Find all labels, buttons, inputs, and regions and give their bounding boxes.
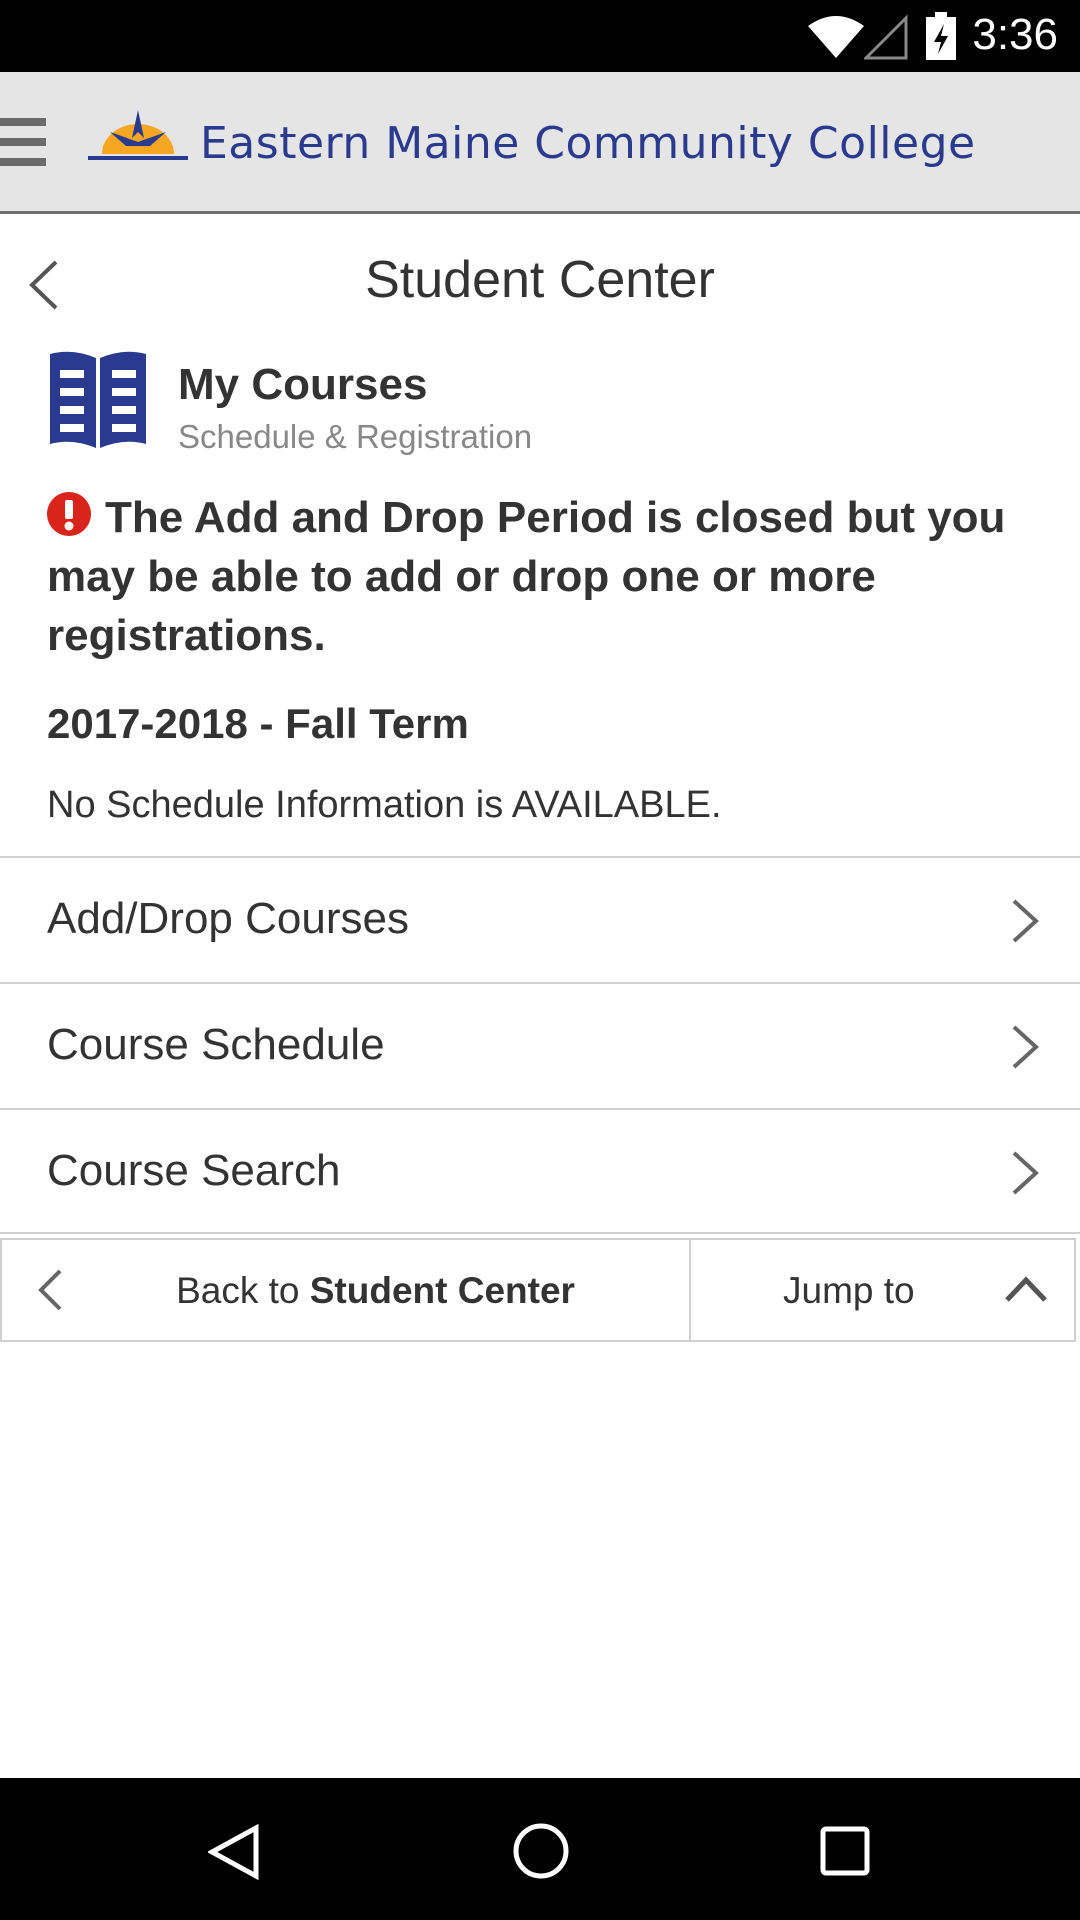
alert-icon (47, 492, 91, 536)
menu-icon[interactable] (0, 118, 50, 166)
jump-to-button[interactable]: Jump to (691, 1240, 1074, 1340)
book-icon (50, 351, 146, 448)
chevron-up-icon (1005, 1276, 1047, 1302)
nav-back-icon[interactable] (208, 1824, 260, 1880)
battery-icon (926, 12, 956, 60)
chevron-right-icon (1012, 1151, 1039, 1195)
back-to-student-center-button[interactable]: Back to Student Center (2, 1240, 691, 1340)
alert-message-block: The Add and Drop Period is closed but yo… (47, 488, 1037, 665)
menu-item-add-drop-courses[interactable]: Add/Drop Courses (0, 856, 1080, 982)
app-header: Eastern Maine Community College (0, 72, 1080, 214)
alert-text: The Add and Drop Period is closed but yo… (47, 493, 1006, 660)
college-name: Eastern Maine Community College (200, 118, 976, 169)
menu-item-label: Course Search (47, 1146, 341, 1195)
section-title: My Courses (178, 360, 428, 409)
page-title: Student Center (365, 251, 715, 309)
signal-icon (864, 14, 908, 60)
chevron-right-icon (1012, 899, 1039, 943)
status-bar: 3:36 (0, 0, 1080, 72)
system-nav-bar (0, 1778, 1080, 1920)
chevron-right-icon (1012, 1025, 1039, 1069)
menu-item-course-schedule[interactable]: Course Schedule (0, 982, 1080, 1108)
nav-recents-icon[interactable] (820, 1826, 870, 1876)
menu-item-course-search[interactable]: Course Search (0, 1108, 1080, 1234)
course-menu: Add/Drop Courses Course Schedule Course … (0, 856, 1080, 1234)
menu-item-label: Add/Drop Courses (47, 894, 409, 943)
menu-item-label: Course Schedule (47, 1020, 385, 1069)
section-subtitle: Schedule & Registration (178, 418, 533, 455)
clock: 3:36 (972, 10, 1058, 59)
bottom-action-bar: Back to Student Center Jump to (0, 1238, 1076, 1342)
schedule-status: No Schedule Information is AVAILABLE. (47, 784, 722, 826)
jump-to-label: Jump to (783, 1270, 915, 1311)
wifi-icon (808, 16, 864, 58)
back-button-label: Back to Student Center (176, 1270, 575, 1311)
term-name: 2017-2018 - Fall Term (47, 700, 469, 747)
nav-home-icon[interactable] (512, 1822, 570, 1880)
college-logo (88, 110, 188, 160)
